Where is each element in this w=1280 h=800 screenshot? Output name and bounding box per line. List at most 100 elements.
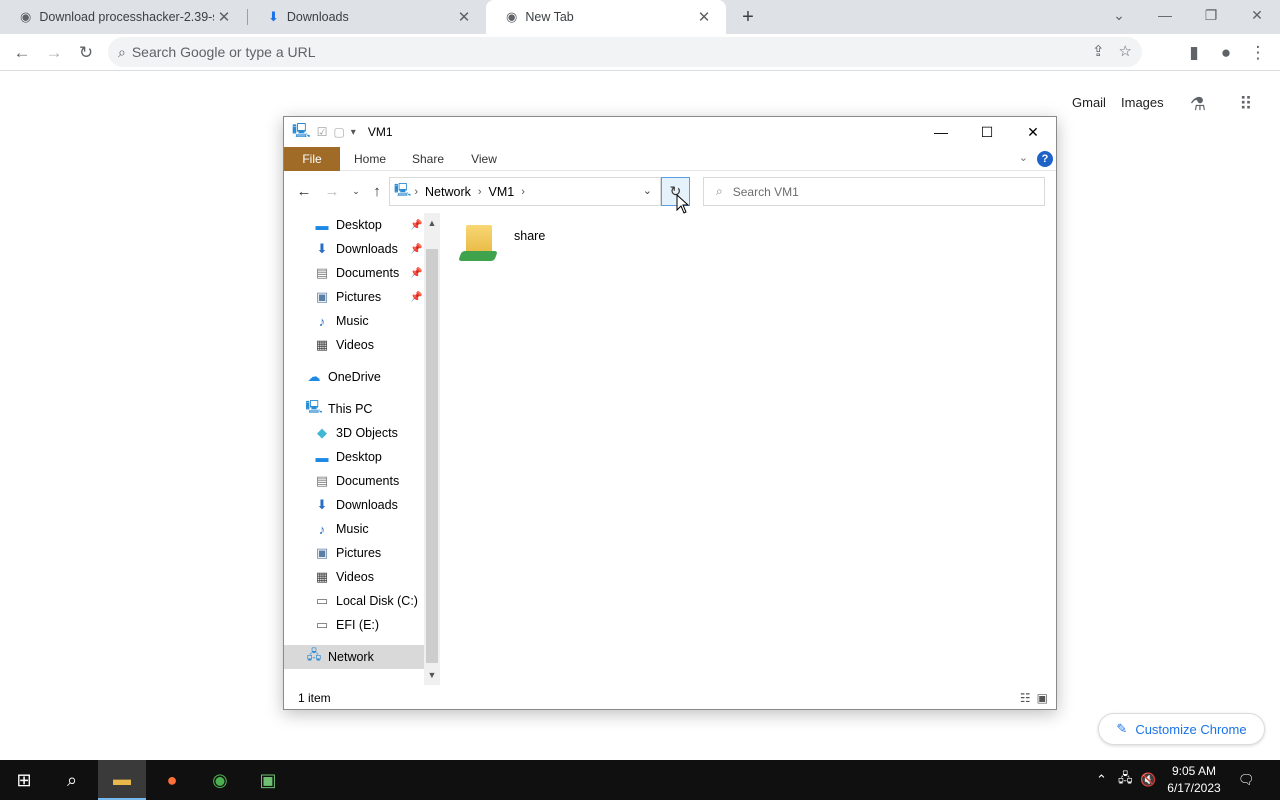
details-view-icon[interactable]: ☷ (1020, 691, 1031, 705)
close-window-button[interactable]: ✕ (1234, 0, 1280, 30)
nav-item-network[interactable]: 🖧 Network (284, 645, 424, 669)
tab-strip: ◉ Download processhacker-2.39-se ✕ ⬇ Dow… (0, 0, 1280, 34)
windows-start-icon[interactable]: ⊞ (0, 760, 48, 800)
back-arrow-icon[interactable]: ← (294, 181, 314, 201)
explorer-minimize-button[interactable]: — (918, 117, 964, 147)
bookmark-star-icon[interactable]: ☆ (1119, 42, 1132, 60)
nav-label: Downloads (336, 498, 398, 512)
network-icon: 🖧 (306, 647, 322, 662)
system-clock[interactable]: 9:05 AM 6/17/2023 (1162, 763, 1226, 797)
scrollbar-thumb[interactable] (426, 249, 438, 663)
file-explorer-taskbar-icon[interactable]: ▬ (98, 760, 146, 800)
forward-icon[interactable]: → (40, 39, 68, 67)
nav-item-pc-documents[interactable]: ▤ Documents (314, 469, 399, 493)
nav-label: Music (336, 522, 369, 536)
scroll-up-icon[interactable]: ▲ (424, 215, 440, 231)
ribbon-tab-home[interactable]: Home (346, 147, 394, 171)
breadcrumb-network[interactable]: Network (425, 185, 471, 199)
scroll-down-icon[interactable]: ▼ (424, 667, 440, 683)
search-box[interactable]: ⌕ Search VM1 (703, 177, 1045, 206)
omnibox[interactable]: ⌕ Search Google or type a URL ⇪ ☆ (108, 37, 1142, 67)
explorer-maximize-button[interactable]: ☐ (964, 117, 1010, 147)
nav-item-music[interactable]: ♪ Music (314, 309, 369, 333)
download-arrow-icon: ⬇ (316, 241, 328, 256)
new-tab-button[interactable]: + (736, 5, 760, 29)
network-status-icon[interactable]: 🖧 (1118, 760, 1133, 800)
firefox-icon[interactable]: ● (148, 760, 196, 800)
nav-item-pc-downloads[interactable]: ⬇ Downloads (314, 493, 398, 517)
document-icon: ▤ (315, 473, 329, 488)
chrome-taskbar-icon[interactable]: ◉ (196, 760, 244, 800)
close-icon[interactable]: ✕ (694, 7, 714, 27)
nav-item-desktop[interactable]: ▬ Desktop 📌 (314, 213, 423, 237)
nav-item-videos[interactable]: ▦ Videos (314, 333, 374, 357)
tab-downloads[interactable]: ⬇ Downloads ✕ (248, 0, 486, 34)
nav-item-local-disk-c[interactable]: ▭ Local Disk (C:) (314, 589, 418, 613)
nav-item-pc-music[interactable]: ♪ Music (314, 517, 369, 541)
nav-item-3d-objects[interactable]: ◆ 3D Objects (314, 421, 398, 445)
side-panel-icon[interactable]: ▮ (1180, 39, 1208, 67)
reload-icon[interactable]: ↻ (72, 39, 100, 67)
share-icon[interactable]: ⇪ (1092, 42, 1105, 60)
qat-dropdown-icon[interactable]: ▾ (351, 127, 356, 138)
ribbon-tab-view[interactable]: View (462, 147, 506, 171)
nav-label: Videos (336, 338, 374, 352)
minimize-button[interactable]: — (1142, 0, 1188, 30)
nav-label: 3D Objects (336, 426, 398, 440)
search-icon: ⌕ (716, 184, 723, 198)
address-bar[interactable]: 🖳 › Network › VM1 › ⌄ (389, 177, 661, 206)
notifications-icon[interactable]: 🗨 (1238, 760, 1255, 800)
recent-locations-icon[interactable]: ⌄ (346, 181, 366, 201)
clock-date: 6/17/2023 (1167, 781, 1221, 795)
tab-label: Downloads (286, 10, 349, 24)
omnibox-placeholder: Search Google or type a URL (131, 44, 316, 60)
labs-icon[interactable]: ⚗ (1186, 92, 1210, 116)
nav-item-pc-desktop[interactable]: ▬ Desktop (314, 445, 382, 469)
ribbon-tab-share[interactable]: Share (406, 147, 450, 171)
breadcrumb-vm1[interactable]: VM1 (489, 185, 515, 199)
images-link[interactable]: Images (1121, 95, 1164, 110)
nav-pane-scrollbar[interactable]: ▲ ▼ (424, 213, 440, 685)
back-icon[interactable]: ← (8, 39, 36, 67)
help-icon[interactable]: ? (1037, 151, 1053, 167)
ribbon-expand-icon[interactable]: ⌄ (1019, 151, 1028, 164)
nav-item-onedrive[interactable]: ☁ OneDrive (306, 365, 381, 389)
nav-item-downloads[interactable]: ⬇ Downloads 📌 (314, 237, 423, 261)
apps-grid-icon[interactable]: ⠿ (1234, 92, 1258, 116)
explorer-close-button[interactable]: ✕ (1010, 117, 1056, 147)
nav-item-documents[interactable]: ▤ Documents 📌 (314, 261, 423, 285)
ribbon: File Home Share View ⌄ ? (284, 147, 1056, 171)
nav-label: Documents (336, 266, 400, 280)
close-icon[interactable]: ✕ (454, 7, 474, 27)
terminal-icon[interactable]: ▣ (244, 760, 292, 800)
computer-icon: 🖳 (292, 122, 311, 138)
close-icon[interactable]: ✕ (214, 7, 234, 27)
show-hidden-icons-icon[interactable]: ⌃ (1096, 760, 1107, 800)
profile-icon[interactable]: ● (1212, 39, 1240, 67)
forward-arrow-icon[interactable]: → (322, 181, 342, 201)
gmail-link[interactable]: Gmail (1072, 95, 1106, 110)
properties-icon[interactable]: ☑ (317, 125, 328, 139)
tab-download-processhacker[interactable]: ◉ Download processhacker-2.39-se ✕ (0, 0, 246, 34)
large-icons-view-icon[interactable]: ▣ (1037, 691, 1048, 705)
up-arrow-icon[interactable]: ↑ (367, 181, 387, 201)
nav-item-pc-videos[interactable]: ▦ Videos (314, 565, 374, 589)
volume-muted-icon[interactable]: 🔇 (1140, 760, 1156, 800)
list-item-share[interactable]: share (458, 217, 545, 267)
nav-label: OneDrive (328, 370, 381, 384)
nav-item-pc-pictures[interactable]: ▣ Pictures (314, 541, 381, 565)
customize-chrome-button[interactable]: ✎ Customize Chrome (1098, 713, 1265, 745)
tab-new-tab[interactable]: ◉ New Tab ✕ (486, 0, 726, 34)
nav-item-pictures[interactable]: ▣ Pictures 📌 (314, 285, 423, 309)
tab-label: New Tab (525, 10, 574, 24)
address-dropdown-icon[interactable]: ⌄ (643, 184, 652, 197)
new-folder-icon[interactable]: ▢ (333, 125, 344, 139)
ribbon-tab-file[interactable]: File (284, 147, 340, 171)
tab-search-icon[interactable]: ⌄ (1096, 0, 1142, 30)
chrome-icon: ◉ (20, 9, 32, 24)
nav-item-this-pc[interactable]: 🖳 This PC (305, 397, 372, 421)
nav-item-efi-e[interactable]: ▭ EFI (E:) (314, 613, 379, 637)
restore-button[interactable]: ❐ (1188, 0, 1234, 30)
search-icon[interactable]: ⌕ (48, 760, 96, 800)
menu-icon[interactable]: ⋮ (1244, 39, 1272, 67)
